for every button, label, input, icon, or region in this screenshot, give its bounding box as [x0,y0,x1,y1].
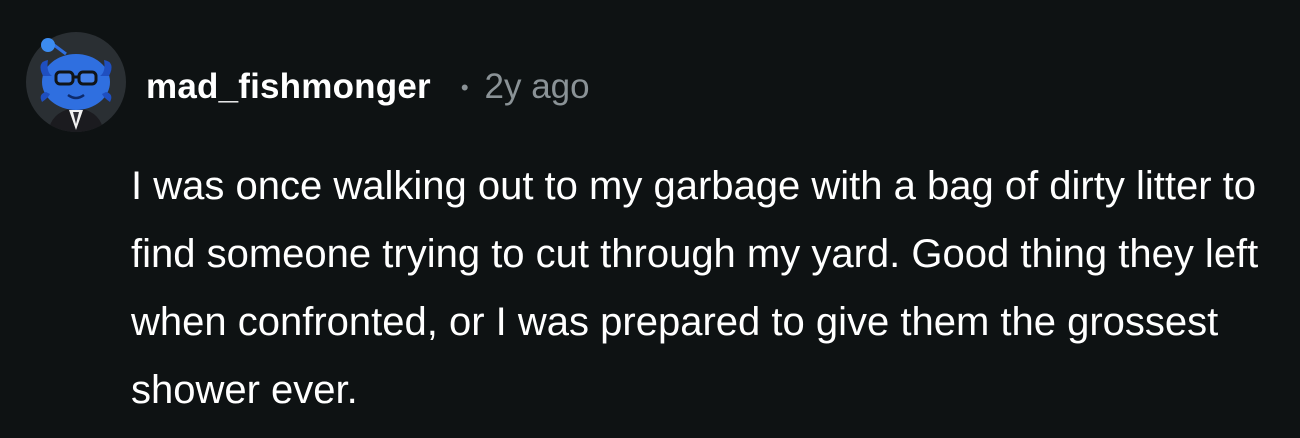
comment-body: I was once walking out to my garbage wit… [131,164,1259,412]
comment-card: mad_fishmonger • 2y ago I was once walki… [0,0,1300,438]
snoo-avatar-icon [26,32,126,132]
timestamp[interactable]: 2y ago [485,67,590,107]
meta-separator: • [460,75,469,100]
comment-header: mad_fishmonger • 2y ago [146,64,590,110]
username-link[interactable]: mad_fishmonger [146,67,431,107]
user-avatar[interactable] [26,32,126,132]
